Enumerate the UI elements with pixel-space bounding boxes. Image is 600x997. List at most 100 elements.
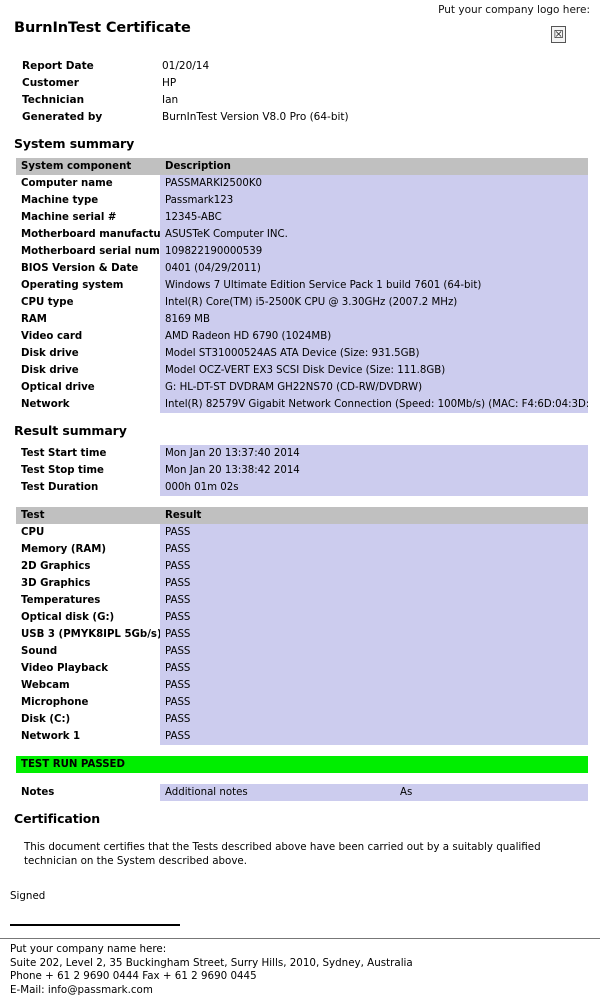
test-result: PASS <box>160 575 588 592</box>
table-row: Optical disk (G:)PASS <box>16 609 588 626</box>
footer-divider <box>0 938 600 939</box>
row-value: 000h 01m 02s <box>160 479 588 496</box>
test-result: PASS <box>160 541 588 558</box>
result-summary-heading: Result summary <box>14 423 600 438</box>
table-row: Computer namePASSMARKI2500K0 <box>16 175 588 192</box>
system-summary-table: System component Description Computer na… <box>16 158 588 413</box>
test-name: Webcam <box>16 677 160 694</box>
test-result: PASS <box>160 592 588 609</box>
header-band: Put your company logo here: ☒ BurnInTest… <box>0 0 600 58</box>
table-row: Test Start timeMon Jan 20 13:37:40 2014 <box>16 445 588 462</box>
table-row: CPU typeIntel(R) Core(TM) i5-2500K CPU @… <box>16 294 588 311</box>
table-row: Motherboard manufacturerASUSTeK Computer… <box>16 226 588 243</box>
row-value: Intel(R) 82579V Gigabit Network Connecti… <box>160 396 588 413</box>
signature-line <box>10 924 180 926</box>
row-label: Network <box>16 396 160 413</box>
row-label: Video card <box>16 328 160 345</box>
row-value: 8169 MB <box>160 311 588 328</box>
table-row: Motherboard serial number109822190000539 <box>16 243 588 260</box>
table-row: Disk driveModel ST31000524AS ATA Device … <box>16 345 588 362</box>
meta-value: BurnInTest Version V8.0 Pro (64-bit) <box>162 109 349 126</box>
certification-body: This document certifies that the Tests d… <box>24 840 569 868</box>
footer-block: Put your company name here: Suite 202, L… <box>10 943 600 997</box>
row-value: 0401 (04/29/2011) <box>160 260 588 277</box>
row-value: Model ST31000524AS ATA Device (Size: 931… <box>160 345 588 362</box>
status-badge: TEST RUN PASSED <box>16 756 588 773</box>
row-label: Operating system <box>16 277 160 294</box>
table-row: Disk (C:)PASS <box>16 711 588 728</box>
test-result: PASS <box>160 677 588 694</box>
system-summary-heading: System summary <box>14 136 600 151</box>
row-value: PASSMARKI2500K0 <box>160 175 588 192</box>
table-row: USB 3 (PMYK8IPL 5Gb/s)PASS <box>16 626 588 643</box>
row-label: Disk drive <box>16 345 160 362</box>
row-label: Test Start time <box>16 445 160 462</box>
row-label: CPU type <box>16 294 160 311</box>
table-row: RAM8169 MB <box>16 311 588 328</box>
report-meta-table: Report Date 01/20/14 Customer HP Technic… <box>22 58 349 126</box>
row-label: Computer name <box>16 175 160 192</box>
row-value: 109822190000539 <box>160 243 588 260</box>
row-label: Motherboard manufacturer <box>16 226 160 243</box>
notes-extra: As <box>395 784 588 801</box>
signed-label: Signed <box>10 890 600 902</box>
table-row: TemperaturesPASS <box>16 592 588 609</box>
row-value: ASUSTeK Computer INC. <box>160 226 588 243</box>
meta-row: Report Date 01/20/14 <box>22 58 349 75</box>
test-result: PASS <box>160 694 588 711</box>
row-label: RAM <box>16 311 160 328</box>
row-value: Intel(R) Core(TM) i5-2500K CPU @ 3.30GHz… <box>160 294 588 311</box>
test-name: CPU <box>16 524 160 541</box>
test-name: Microphone <box>16 694 160 711</box>
test-name: Disk (C:) <box>16 711 160 728</box>
row-value: Windows 7 Ultimate Edition Service Pack … <box>160 277 588 294</box>
meta-row: Generated by BurnInTest Version V8.0 Pro… <box>22 109 349 126</box>
table-header-row: System component Description <box>16 158 588 175</box>
test-name: Optical disk (G:) <box>16 609 160 626</box>
row-label: Motherboard serial number <box>16 243 160 260</box>
row-label: Test Duration <box>16 479 160 496</box>
meta-value: HP <box>162 75 349 92</box>
row-value: Passmark123 <box>160 192 588 209</box>
certificate-page: Put your company logo here: ☒ BurnInTest… <box>0 0 600 856</box>
meta-row: Technician Ian <box>22 92 349 109</box>
row-label: Optical drive <box>16 379 160 396</box>
notes-value: Additional notes <box>160 784 395 801</box>
table-row: WebcamPASS <box>16 677 588 694</box>
test-result: PASS <box>160 558 588 575</box>
test-name: Network 1 <box>16 728 160 745</box>
meta-label: Customer <box>22 75 162 92</box>
notes-table: Notes Additional notes As <box>16 784 588 801</box>
footer-address: Suite 202, Level 2, 35 Buckingham Street… <box>10 957 600 971</box>
table-row: MicrophonePASS <box>16 694 588 711</box>
table-row: Video PlaybackPASS <box>16 660 588 677</box>
test-result: PASS <box>160 524 588 541</box>
certification-heading: Certification <box>14 811 600 826</box>
test-result: PASS <box>160 711 588 728</box>
table-header-row: Test Result <box>16 507 588 524</box>
test-result: PASS <box>160 660 588 677</box>
table-row: BIOS Version & Date0401 (04/29/2011) <box>16 260 588 277</box>
test-name: USB 3 (PMYK8IPL 5Gb/s) <box>16 626 160 643</box>
test-name: 3D Graphics <box>16 575 160 592</box>
column-header-test: Test <box>16 507 160 524</box>
table-row: Video cardAMD Radeon HD 6790 (1024MB) <box>16 328 588 345</box>
row-label: BIOS Version & Date <box>16 260 160 277</box>
test-name: Video Playback <box>16 660 160 677</box>
test-result: PASS <box>160 626 588 643</box>
row-label: Machine type <box>16 192 160 209</box>
row-label: Machine serial # <box>16 209 160 226</box>
column-header-description: Description <box>160 158 588 175</box>
column-header-result: Result <box>160 507 588 524</box>
table-row: Machine serial #12345-ABC <box>16 209 588 226</box>
test-name: 2D Graphics <box>16 558 160 575</box>
table-row: Disk driveModel OCZ-VERT EX3 SCSI Disk D… <box>16 362 588 379</box>
notes-label: Notes <box>16 784 160 801</box>
meta-value: 01/20/14 <box>162 58 349 75</box>
footer-company-name: Put your company name here: <box>10 943 600 957</box>
page-title: BurnInTest Certificate <box>14 20 191 36</box>
section-spacer <box>0 773 600 784</box>
table-row: 2D GraphicsPASS <box>16 558 588 575</box>
table-row: Network 1PASS <box>16 728 588 745</box>
company-logo-note: Put your company logo here: <box>438 4 590 16</box>
